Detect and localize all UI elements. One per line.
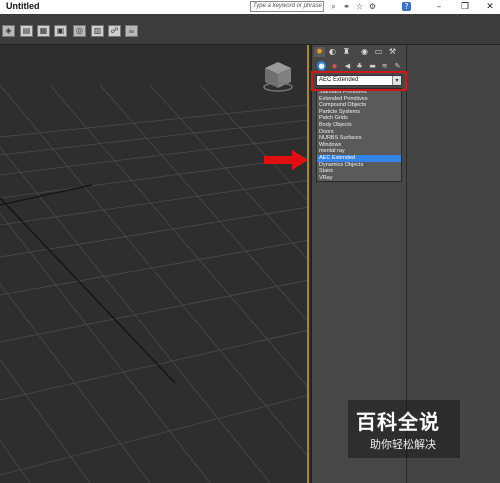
perspective-viewport[interactable]	[0, 45, 309, 483]
viewport-grid	[0, 84, 307, 483]
star-icon[interactable]: ☆	[355, 2, 364, 11]
helpers-icon[interactable]: ▬	[368, 61, 377, 71]
list-item[interactable]: Compound Objects	[317, 102, 401, 109]
open-icon[interactable]: ▤	[20, 25, 33, 37]
help-icon[interactable]: ?	[402, 2, 411, 11]
main-toolbar: ◈ ▤ ▦ ▣ ◎ ▥ ☍ ☕	[0, 14, 500, 45]
list-item-selected[interactable]: AEC Extended	[317, 154, 401, 162]
link-icon[interactable]: ☍	[108, 25, 121, 37]
list-item[interactable]: VRay	[317, 175, 401, 182]
object-category-list[interactable]: Standard Primitives Extended Primitives …	[316, 88, 402, 183]
watermark-subtitle: 助你轻松解决	[370, 438, 436, 451]
list-item[interactable]: Windows	[317, 142, 401, 149]
list-item[interactable]: Patch Grids	[317, 115, 401, 122]
list-item[interactable]: Dynamics Objects	[317, 162, 401, 169]
list-item[interactable]: Body Objects	[317, 122, 401, 129]
render-frame-icon[interactable]: ▣	[54, 25, 67, 37]
account-icon[interactable]: ⚙	[368, 2, 377, 11]
hierarchy-tab[interactable]: ♜	[341, 47, 352, 57]
watermark-title: 百科全说	[356, 410, 440, 434]
list-item[interactable]: NURBS Surfaces	[317, 135, 401, 142]
title-bar: Untitled Type a keyword or phrase ⌕ ⚭ ☆ …	[0, 0, 500, 14]
geometry-icon[interactable]: ●	[317, 61, 326, 71]
display-tab[interactable]: ▭	[373, 47, 384, 57]
render-setup-icon[interactable]: ▦	[37, 25, 50, 37]
material-editor-icon[interactable]: ◎	[73, 25, 86, 37]
select-object-icon[interactable]: ◈	[2, 25, 15, 37]
search-input[interactable]: Type a keyword or phrase	[250, 1, 324, 12]
search-icon[interactable]: ⌕	[329, 2, 338, 11]
create-tab[interactable]: ✹	[314, 47, 325, 57]
modify-tab[interactable]: ◐	[327, 47, 338, 57]
list-item[interactable]: Doors	[317, 129, 401, 136]
motion-tab[interactable]: ◉	[359, 47, 370, 57]
cameras-icon[interactable]: ♣	[355, 61, 364, 71]
utilities-tab[interactable]: ⚒	[387, 47, 398, 57]
list-item[interactable]: Extended Primitives	[317, 96, 401, 103]
shapes-icon[interactable]: ◆	[330, 61, 339, 71]
list-item[interactable]: Particle Systems	[317, 109, 401, 116]
dropdown-highlight-box	[311, 71, 407, 91]
viewcube-icon[interactable]	[262, 60, 294, 94]
list-item[interactable]: mental ray	[317, 148, 401, 155]
render-icon[interactable]: ▥	[91, 25, 104, 37]
watermark: 百科全说 助你轻松解决	[348, 400, 460, 458]
systems-icon[interactable]: ✎	[393, 61, 402, 71]
close-button[interactable]: ✕	[481, 0, 499, 14]
window-title: Untitled	[6, 1, 40, 11]
binoculars-icon[interactable]: ⚭	[342, 2, 351, 11]
list-item[interactable]: Stairs	[317, 168, 401, 175]
red-arrow-icon	[264, 150, 308, 170]
space-warps-icon[interactable]: ≋	[380, 61, 389, 71]
lights-icon[interactable]: ◀	[343, 61, 352, 71]
restore-button[interactable]: ❐	[456, 0, 474, 14]
minimize-button[interactable]: –	[430, 0, 448, 14]
bind-icon[interactable]: ☕	[125, 25, 138, 37]
